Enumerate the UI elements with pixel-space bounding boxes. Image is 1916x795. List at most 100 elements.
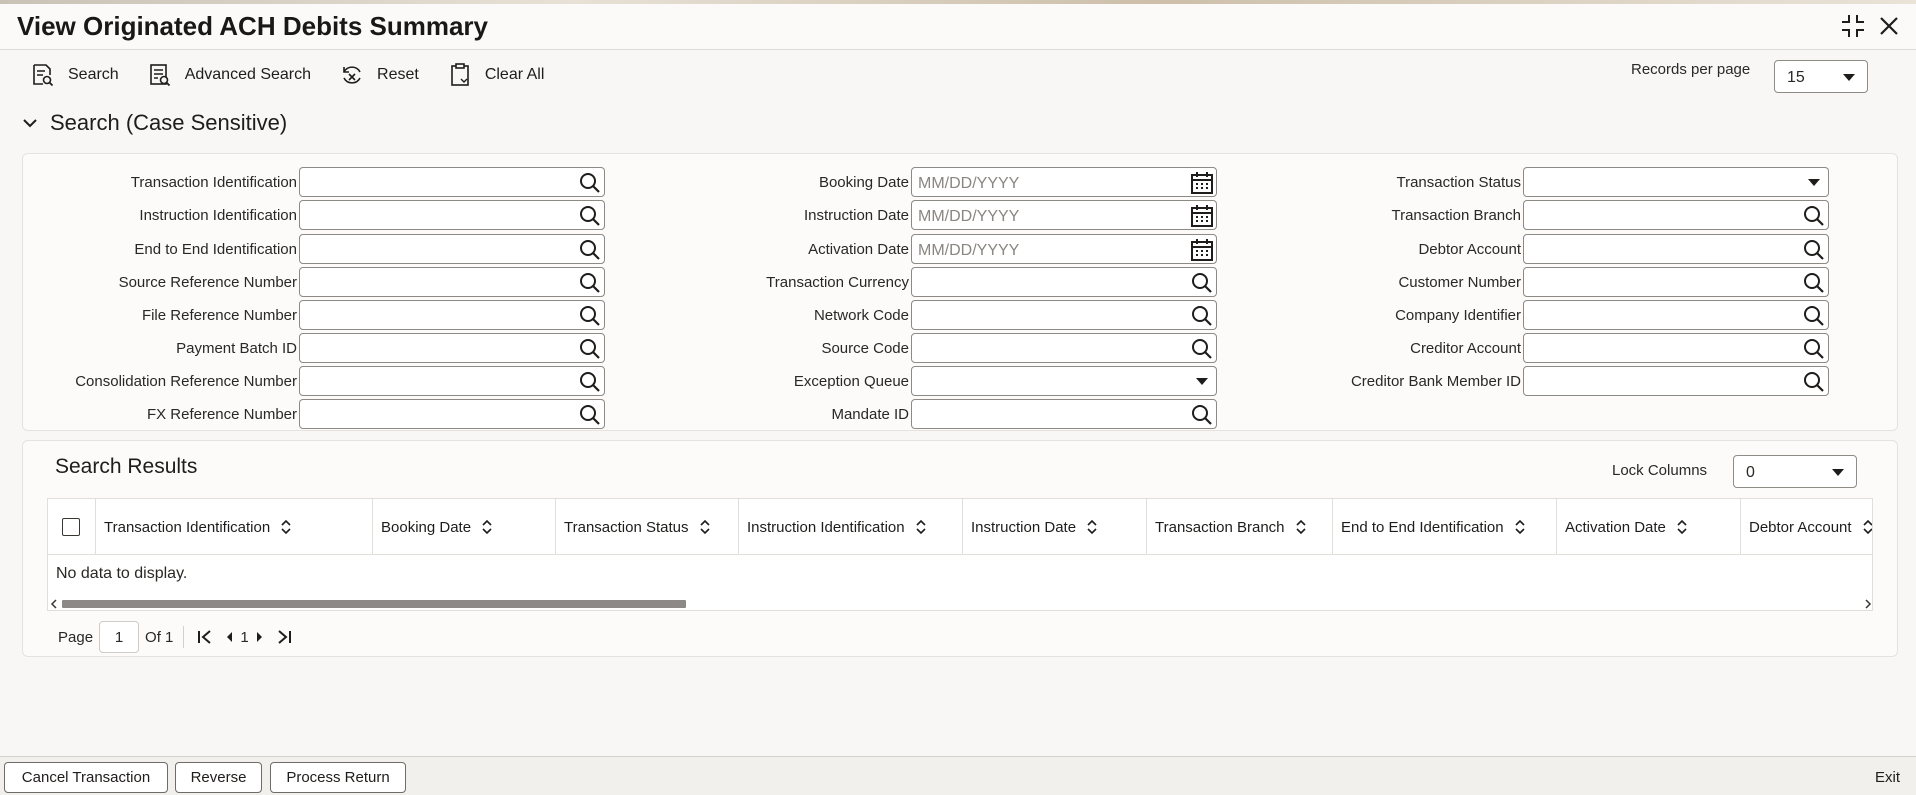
customer-number-input[interactable] [1523, 267, 1829, 297]
chevron-down-icon [1196, 378, 1208, 385]
network-code-input[interactable] [911, 300, 1217, 330]
collapse-icon[interactable] [1840, 13, 1866, 39]
transaction-identification-input[interactable] [299, 167, 605, 197]
search-icon[interactable] [1190, 403, 1214, 427]
scroll-right-icon[interactable] [1864, 599, 1872, 609]
select-all-checkbox[interactable] [62, 518, 80, 536]
calendar-icon[interactable] [1190, 204, 1214, 228]
reverse-button[interactable]: Reverse [175, 762, 262, 793]
search-button[interactable]: Search [30, 62, 119, 88]
sort-icon[interactable] [1514, 520, 1526, 534]
label-booking-date: Booking Date [818, 174, 909, 191]
search-icon[interactable] [1802, 238, 1826, 262]
search-icon[interactable] [578, 171, 602, 195]
search-icon[interactable] [578, 204, 602, 228]
fx-reference-number-input[interactable] [299, 399, 605, 429]
end-to-end-identification-input[interactable] [299, 234, 605, 264]
instruction-date-placeholder: MM/DD/YYYY [918, 208, 1020, 225]
creditor-account-input[interactable] [1523, 333, 1829, 363]
label-consolidation-reference-number: Consolidation Reference Number [75, 373, 297, 390]
page-number-input[interactable]: 1 [99, 621, 140, 653]
mandate-id-input[interactable] [911, 399, 1217, 429]
search-icon[interactable] [1802, 337, 1826, 361]
search-icon[interactable] [1190, 337, 1214, 361]
column-header-transaction-branch[interactable]: Transaction Branch [1147, 499, 1333, 555]
horizontal-scrollbar[interactable] [48, 596, 1872, 610]
column-header-booking-date[interactable]: Booking Date [373, 499, 556, 555]
page-title: View Originated ACH Debits Summary [17, 11, 489, 41]
calendar-icon[interactable] [1190, 238, 1214, 262]
title-bar: View Originated ACH Debits Summary [0, 4, 1916, 50]
sort-icon[interactable] [1862, 520, 1873, 534]
previous-page-icon[interactable] [222, 628, 236, 646]
creditor-bank-member-id-input[interactable] [1523, 366, 1829, 396]
process-return-button[interactable]: Process Return [270, 762, 406, 793]
sort-icon[interactable] [1086, 520, 1098, 534]
search-icon[interactable] [1802, 271, 1826, 295]
column-header-end-to-end-identification[interactable]: End to End Identification [1333, 499, 1557, 555]
column-header-activation-date[interactable]: Activation Date [1557, 499, 1741, 555]
transaction-branch-input[interactable] [1523, 200, 1829, 230]
column-header-debtor-account[interactable]: Debtor Account [1741, 499, 1873, 555]
column-header-instruction-identification[interactable]: Instruction Identification [739, 499, 963, 555]
search-icon[interactable] [578, 337, 602, 361]
last-page-icon[interactable] [275, 628, 293, 646]
search-icon[interactable] [578, 370, 602, 394]
column-header-transaction-status[interactable]: Transaction Status [556, 499, 739, 555]
search-section-toggle[interactable]: Search (Case Sensitive) [22, 110, 287, 136]
scrollbar-thumb[interactable] [62, 600, 686, 608]
calendar-icon[interactable] [1190, 171, 1214, 195]
lock-columns-select[interactable]: 0 [1733, 455, 1857, 488]
search-icon[interactable] [1190, 271, 1214, 295]
exception-queue-select[interactable] [911, 366, 1217, 396]
consolidation-reference-number-input[interactable] [299, 366, 605, 396]
reset-button[interactable]: Reset [339, 62, 419, 88]
instruction-date-input[interactable]: MM/DD/YYYY [911, 200, 1217, 230]
search-icon[interactable] [1802, 304, 1826, 328]
source-code-input[interactable] [911, 333, 1217, 363]
label-transaction-branch: Transaction Branch [1391, 207, 1521, 224]
search-icon[interactable] [578, 238, 602, 262]
records-per-page-select[interactable]: 15 [1774, 60, 1868, 93]
instruction-identification-input[interactable] [299, 200, 605, 230]
footer-bar: Cancel Transaction Reverse Process Retur… [0, 756, 1916, 795]
search-icon[interactable] [1190, 304, 1214, 328]
first-page-icon[interactable] [196, 628, 214, 646]
sort-icon[interactable] [1676, 520, 1688, 534]
results-table: Transaction Identification Booking Date … [47, 498, 1873, 611]
search-icon[interactable] [578, 403, 602, 427]
sort-icon[interactable] [915, 520, 927, 534]
scroll-left-icon[interactable] [50, 599, 58, 609]
cancel-transaction-button[interactable]: Cancel Transaction [4, 762, 168, 793]
file-reference-number-input[interactable] [299, 300, 605, 330]
records-per-page-label: Records per page [1631, 61, 1751, 78]
sort-icon[interactable] [481, 520, 493, 534]
page-of-label: Of 1 [145, 628, 174, 646]
reset-icon [343, 66, 361, 84]
column-header-instruction-date[interactable]: Instruction Date [963, 499, 1147, 555]
records-per-page-value: 15 [1787, 69, 1805, 86]
search-icon[interactable] [578, 271, 602, 295]
label-transaction-identification: Transaction Identification [130, 174, 297, 191]
debtor-account-input[interactable] [1523, 234, 1829, 264]
sort-icon[interactable] [699, 520, 711, 534]
close-icon[interactable] [1876, 13, 1902, 39]
advanced-search-button[interactable]: Advanced Search [147, 62, 311, 88]
chevron-down-icon [1808, 179, 1820, 186]
search-icon[interactable] [578, 304, 602, 328]
transaction-status-select[interactable] [1523, 167, 1829, 197]
search-icon[interactable] [1802, 370, 1826, 394]
sort-icon[interactable] [1295, 520, 1307, 534]
payment-batch-id-input[interactable] [299, 333, 605, 363]
clear-all-button[interactable]: Clear All [447, 62, 544, 88]
sort-icon[interactable] [280, 520, 292, 534]
next-page-icon[interactable] [253, 628, 267, 646]
exit-button[interactable]: Exit [1875, 769, 1900, 786]
booking-date-input[interactable]: MM/DD/YYYY [911, 167, 1217, 197]
source-reference-number-input[interactable] [299, 267, 605, 297]
column-header-transaction-identification[interactable]: Transaction Identification [96, 499, 373, 555]
company-identifier-input[interactable] [1523, 300, 1829, 330]
search-icon[interactable] [1802, 204, 1826, 228]
activation-date-input[interactable]: MM/DD/YYYY [911, 234, 1217, 264]
transaction-currency-input[interactable] [911, 267, 1217, 297]
